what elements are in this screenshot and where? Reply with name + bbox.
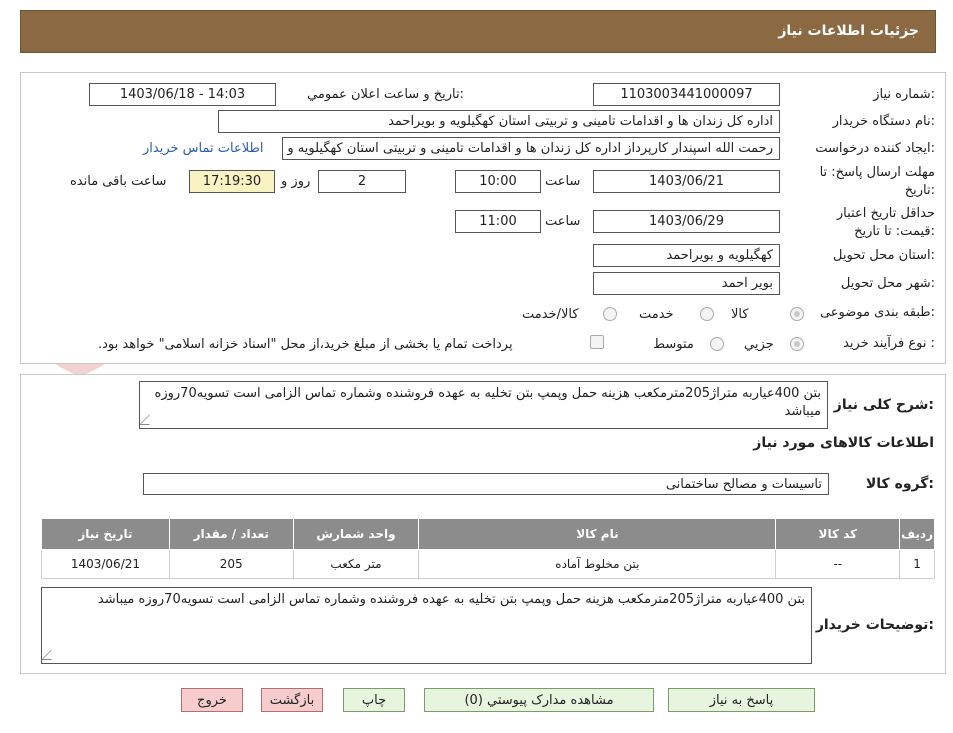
- exit-button[interactable]: خروج: [181, 688, 243, 712]
- need-number-field: 1103003441000097: [593, 83, 780, 106]
- cell-date: 1403/06/21: [41, 549, 170, 579]
- goods-table-wrap: رديف کد کالا نام کالا واحد شمارش تعداد /…: [41, 518, 935, 579]
- days-field: 2: [318, 170, 406, 193]
- col-unit: واحد شمارش: [292, 518, 420, 550]
- buyer-org-field: اداره کل زندان ها و اقدامات تامینی و ترب…: [218, 110, 780, 133]
- category-radio-service[interactable]: [700, 307, 714, 321]
- process-option-medium: متوسط: [653, 337, 694, 352]
- buyer-notes-label: توضیحات خریدار:: [815, 617, 934, 633]
- reply-deadline-label: مهلت ارسال پاسخ: تا: [819, 165, 935, 180]
- city-field: بویر احمد: [593, 272, 780, 295]
- process-label: نوع فرآیند خرید :: [843, 336, 935, 351]
- announce-field: 1403/06/18 - 14:03: [89, 83, 276, 106]
- cell-name: بتن مخلوط آماده: [418, 549, 777, 579]
- validity-date-field: 1403/06/29: [593, 210, 780, 233]
- reply-date-field: 1403/06/21: [593, 170, 780, 193]
- reply-time-label: ساعت: [545, 174, 581, 189]
- category-option-service: خدمت: [639, 307, 674, 322]
- buyer-contact-link[interactable]: اطلاعات تماس خريدار: [143, 141, 263, 156]
- reply-time-field: 10:00: [455, 170, 541, 193]
- buyer-notes-text: بتن 400عیاربه متراژ205مترمکعب هزینه حمل …: [97, 592, 805, 607]
- attachments-button[interactable]: مشاهده مدارک پيوستي (0): [424, 688, 654, 712]
- page-title: جزئیات اطلاعات نیاز: [778, 23, 919, 39]
- category-radio-goods-service[interactable]: [603, 307, 617, 321]
- goods-table-header: رديف کد کالا نام کالا واحد شمارش تعداد /…: [41, 518, 935, 550]
- announce-label: تاریخ و ساعت اعلان عمومي:: [307, 87, 464, 102]
- buyer-notes-textarea: بتن 400عیاربه متراژ205مترمکعب هزینه حمل …: [41, 587, 812, 664]
- goods-table: رديف کد کالا نام کالا واحد شمارش تعداد /…: [41, 518, 935, 579]
- province-label: استان محل تحويل:: [833, 248, 935, 263]
- city-label: شهر محل تحويل:: [840, 276, 935, 291]
- goods-section-title: اطلاعات کالاهای مورد نیاز: [753, 435, 934, 451]
- requester-field: رحمت الله اسپندار کارپرداز اداره کل زندا…: [282, 137, 780, 160]
- table-row: 1 -- بتن مخلوط آماده متر مکعب 205 1403/0…: [41, 549, 935, 579]
- days-label: روز و: [281, 174, 311, 189]
- category-radio-goods[interactable]: [790, 307, 804, 321]
- goods-group-field: تاسیسات و مصالح ساختمانی: [143, 473, 829, 495]
- remaining-time-field: 17:19:30: [189, 170, 275, 193]
- treasury-checkbox[interactable]: [590, 335, 604, 349]
- process-option-minor: جزیي: [744, 337, 774, 352]
- col-code: کد کالا: [775, 518, 901, 550]
- buyer-org-label: نام دستگاه خريدار:: [832, 114, 935, 129]
- cell-qty: 205: [168, 549, 294, 579]
- reply-deadline-label-2: تاریخ:: [904, 183, 935, 198]
- province-field: کهگیلویه و بویراحمد: [593, 244, 780, 267]
- summary-label: شرح کلی نیاز:: [833, 397, 934, 413]
- validity-time-field: 11:00: [455, 210, 541, 233]
- process-radio-minor[interactable]: [790, 337, 804, 351]
- category-label: طبقه بندی موضوعی:: [819, 305, 935, 320]
- category-option-goods-service: کالا/خدمت: [522, 307, 579, 322]
- col-name: نام کالا: [418, 518, 777, 550]
- process-radio-medium[interactable]: [710, 337, 724, 351]
- cell-unit: متر مکعب: [292, 549, 420, 579]
- back-button[interactable]: بازگشت: [261, 688, 323, 712]
- validity-label: حداقل تاريخ اعتبار: [836, 206, 935, 221]
- validity-time-label: ساعت: [545, 214, 581, 229]
- resize-grip-icon[interactable]: [140, 415, 159, 425]
- summary-textarea: بتن 400عیاربه متراژ205مترمکعب هزینه حمل …: [139, 381, 828, 429]
- reply-button[interactable]: پاسخ به نياز: [668, 688, 815, 712]
- page-header: جزئیات اطلاعات نیاز: [20, 10, 936, 53]
- requester-label: ايجاد کننده درخواست:: [815, 141, 935, 156]
- cell-code: --: [775, 549, 901, 579]
- payment-note: پرداخت تمام یا بخشی از مبلغ خرید،از محل …: [98, 337, 513, 352]
- col-date: تاريخ نياز: [41, 518, 170, 550]
- print-button[interactable]: چاپ: [343, 688, 405, 712]
- cell-row: 1: [899, 549, 935, 579]
- category-option-goods: کالا: [731, 307, 749, 322]
- validity-label-2: قيمت: تا تاريخ:: [854, 224, 935, 239]
- resize-grip-icon[interactable]: [42, 650, 61, 660]
- summary-text: بتن 400عیاربه متراژ205مترمکعب هزینه حمل …: [154, 386, 821, 419]
- col-row: رديف: [899, 518, 935, 550]
- goods-group-label: گروه کالا:: [865, 476, 934, 492]
- need-number-label: شماره نیاز:: [873, 87, 935, 102]
- col-qty: تعداد / مقدار: [168, 518, 294, 550]
- remaining-label: ساعت باقی مانده: [70, 174, 167, 189]
